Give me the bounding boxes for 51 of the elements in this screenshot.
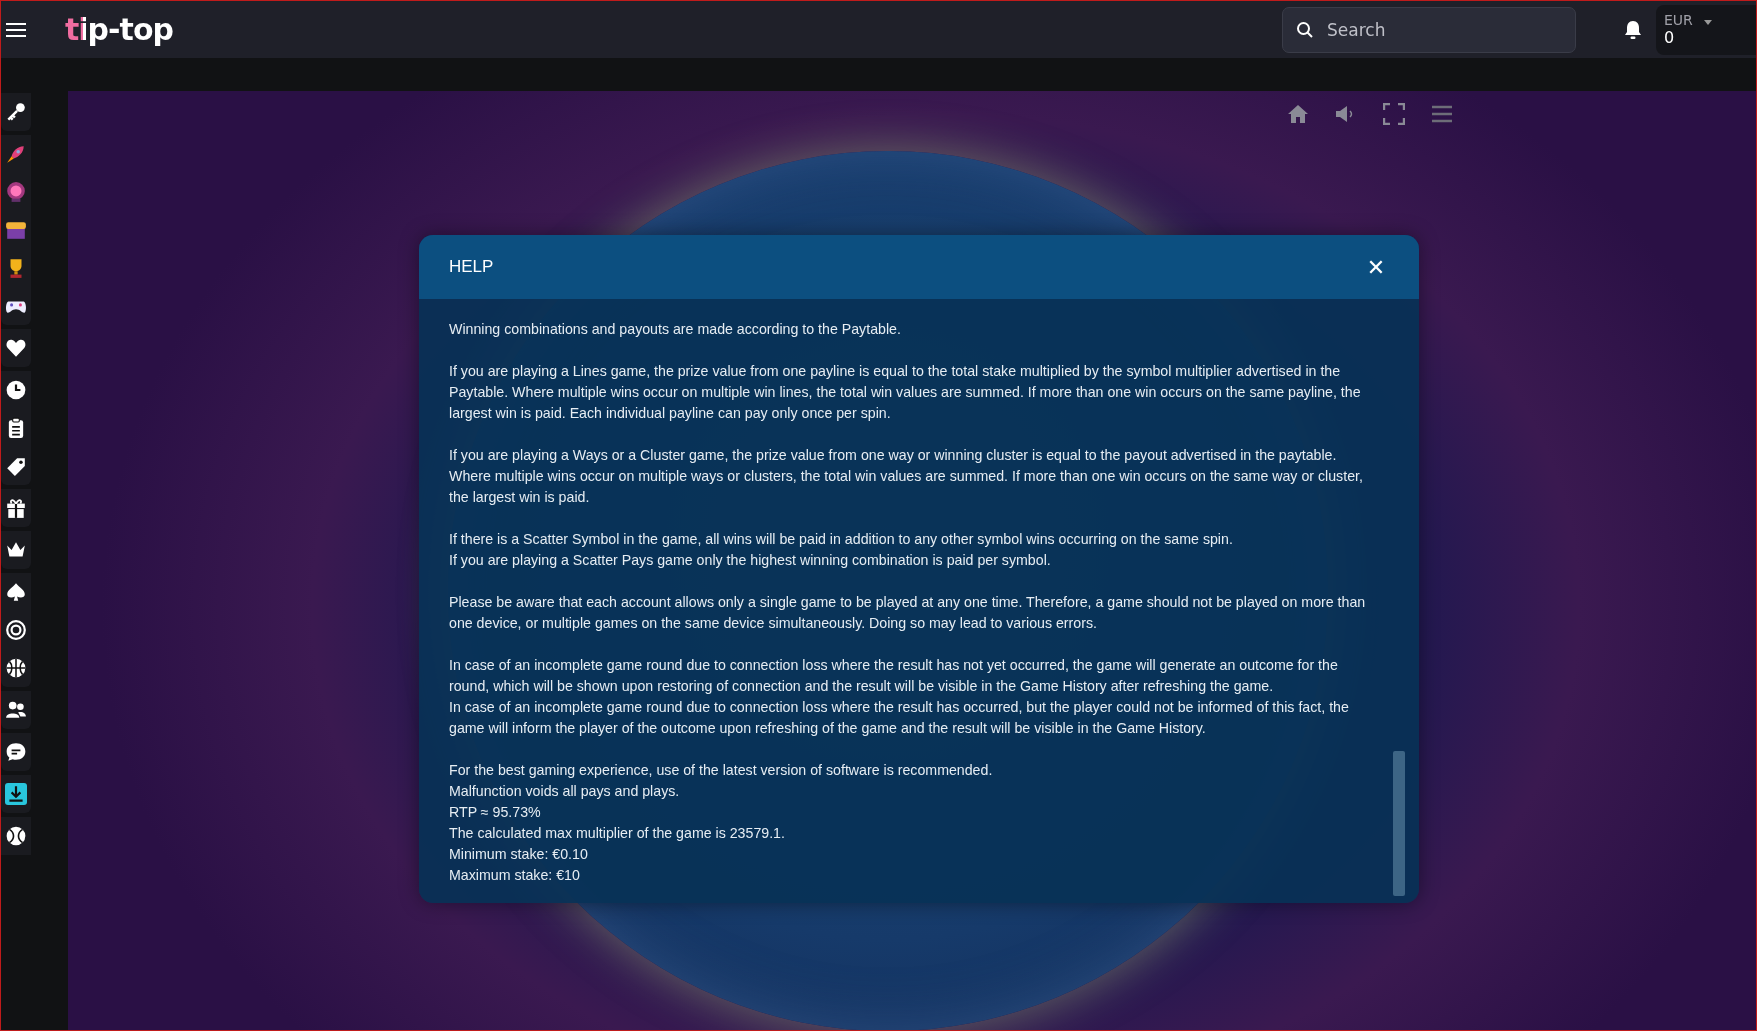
sidebar-item[interactable] [1, 817, 31, 855]
target-icon [5, 619, 27, 641]
balance-widget[interactable]: EUR 0 [1656, 4, 1756, 55]
key-icon [5, 101, 27, 123]
help-paragraph: If you are playing a Scatter Pays game only the highest winning combination is paid per symbol. [449, 551, 1052, 570]
tag-icon [5, 455, 27, 477]
gift-icon [5, 497, 27, 519]
help-paragraph: The calculated max multiplier of the game is 23579.1. [449, 824, 786, 843]
fullscreen-icon[interactable] [1380, 101, 1408, 127]
sidebar-item[interactable] [1, 649, 31, 687]
help-paragraph: Minimum stake: €0.10 [449, 845, 589, 864]
basketball-icon [5, 657, 27, 679]
help-paragraph: If you are playing a Ways or a Cluster game, the prize value from one way or winning cluster is equal to the payout advertised in the paytable. Where multiple wins occur on multiple ways or clusters, the total win values are summed. If more than one win occurs on the same way or cluster, the largest win is paid. [449, 446, 1364, 507]
search-icon [1296, 20, 1314, 39]
sidebar-item[interactable] [1, 691, 31, 729]
help-paragraph: In case of an incomplete game round due to connection loss where the result has not yet occurred, the game will generate an outcome for the round, which will be shown upon restoring of connection and the result will be visible in the Game History after refreshing the game. [449, 656, 1339, 696]
sidebar-item[interactable] [1, 775, 31, 813]
people-icon [5, 699, 27, 721]
chat-icon [5, 741, 27, 763]
help-paragraph: Malfunction voids all pays and plays. [449, 782, 681, 801]
ball-icon [5, 825, 27, 847]
rocket-icon [5, 143, 27, 165]
help-paragraph: Please be aware that each account allows only a single game to be played at any one time. Therefore, a game should not be played on more than one device, or multiple games on the same device simultaneously. Doing so may lead to various errors. [449, 593, 1367, 633]
help-paragraph: For the best gaming experience, use of the latest version of software is recommended. [449, 761, 994, 780]
sidebar-item[interactable] [1, 733, 31, 771]
dialog-title: HELP [449, 257, 494, 277]
sidebar-item[interactable] [1, 447, 31, 485]
help-paragraph: In case of an incomplete game round due to connection loss where the result has occurred, but the player could not be informed of this fact, the game will inform the player of the outcome upon refreshing of the game and the result will be visible in the Game History. [449, 698, 1350, 738]
balance-amount: 0 [1664, 28, 1675, 47]
scrollbar[interactable] [1393, 751, 1405, 896]
currency-label: EUR [1664, 12, 1693, 28]
sidebar-item[interactable] [1, 93, 31, 131]
sidebar-item[interactable] [1, 371, 31, 409]
sidebar-item[interactable] [1, 531, 31, 569]
close-button[interactable]: ✕ [1363, 254, 1389, 280]
heart-icon [5, 337, 27, 359]
sidebar-item[interactable] [1, 489, 31, 527]
help-paragraph: Maximum stake: €10 [449, 866, 581, 885]
sidebar-item[interactable] [1, 287, 31, 325]
spade-icon [5, 581, 27, 603]
sidebar-item[interactable] [1, 329, 31, 367]
clock-icon [5, 379, 27, 401]
caret-icon [1704, 19, 1712, 25]
sidebar-item[interactable] [1, 573, 31, 611]
help-paragraph: Winning combinations and payouts are made according to the Paytable. [449, 320, 902, 339]
search-field[interactable]: Search [1282, 6, 1576, 53]
help-paragraph: If you are playing a Lines game, the prize value from one payline is equal to the total stake multiplied by the symbol multiplier advertised in the Paytable. Where multiple wins occur on multiple win lines, the total win values are summed. If more than one win occurs on the same payline, the largest win is paid. Each individual payline can pay only once per spin. [449, 362, 1362, 423]
download-icon [5, 783, 27, 805]
menu-icon[interactable] [5, 20, 27, 39]
help-paragraph: If there is a Scatter Symbol in the game, all wins will be paid in addition to any other symbol wins occurring on the same spin. [449, 530, 1234, 549]
help-paragraph: RTP ≈ 95.73% [449, 803, 542, 822]
